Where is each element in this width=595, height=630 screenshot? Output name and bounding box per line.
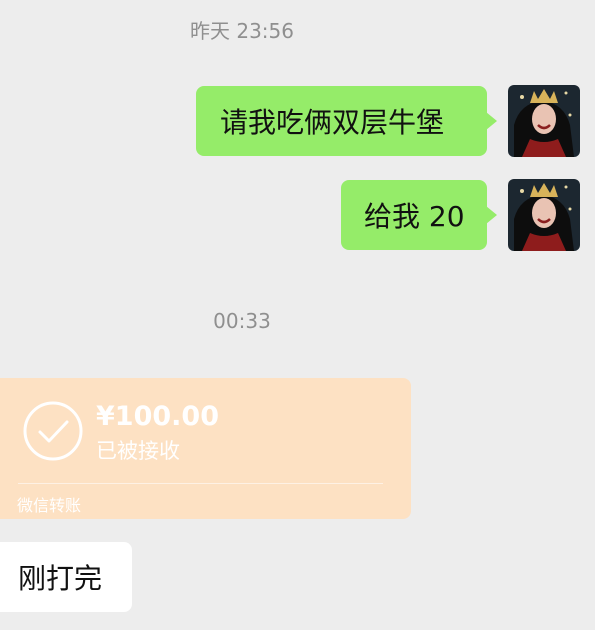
timestamp: 00:33 <box>213 309 271 333</box>
timestamp: 昨天 23:56 <box>190 19 294 43</box>
message-text: 给我 20 <box>364 200 465 233</box>
avatar-image <box>508 85 580 157</box>
transfer-card[interactable]: ¥100.00 已被接收 微信转账 <box>0 378 411 519</box>
sent-message-bubble[interactable]: 请我吃俩双层牛堡 <box>196 86 497 156</box>
message-text: 请我吃俩双层牛堡 <box>220 106 445 139</box>
received-message-bubble[interactable]: 刚打完 <box>0 542 132 612</box>
checkmark-circle-icon <box>23 401 83 461</box>
message-text: 刚打完 <box>18 562 103 595</box>
transfer-status: 已被接收 <box>96 439 180 463</box>
sent-message-bubble[interactable]: 给我 20 <box>341 180 497 250</box>
transfer-label: 微信转账 <box>17 496 82 515</box>
avatar-image <box>508 179 580 251</box>
divider <box>18 483 383 484</box>
avatar[interactable] <box>508 85 580 157</box>
transfer-amount: ¥100.00 <box>96 401 219 432</box>
avatar[interactable] <box>508 179 580 251</box>
